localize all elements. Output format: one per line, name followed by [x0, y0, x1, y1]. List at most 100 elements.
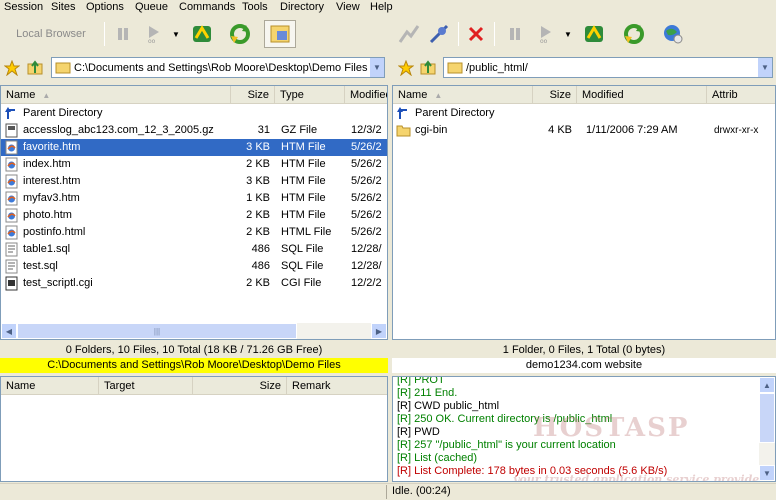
scroll-up-icon[interactable]: ▲: [759, 377, 775, 393]
cgi-file-icon: [4, 276, 19, 291]
scrollbar-thumb[interactable]: [759, 393, 775, 443]
connect-icon[interactable]: [394, 20, 424, 48]
column-size[interactable]: Size: [533, 86, 577, 104]
local-status-path: C:\Documents and Settings\Rob Moore\Desk…: [0, 358, 388, 373]
sync-browse-icon[interactable]: [188, 20, 216, 48]
file-type: CGI File: [281, 277, 322, 289]
column-name[interactable]: Name: [1, 377, 99, 395]
status-bar: Idle. (00:24): [0, 483, 776, 500]
column-modified[interactable]: Modified: [345, 86, 387, 104]
column-size[interactable]: Size: [231, 86, 275, 104]
column-target[interactable]: Target: [99, 377, 193, 395]
table-row[interactable]: table1.sql 486 SQL File 12/28/: [1, 241, 387, 258]
scrollbar-thumb[interactable]: |||: [17, 323, 297, 339]
scroll-left-icon[interactable]: ◀: [1, 323, 17, 339]
file-size: 486: [251, 243, 270, 255]
menu-commands[interactable]: Commands: [177, 0, 237, 15]
chevron-down-icon[interactable]: ▼: [369, 58, 384, 77]
parent-directory-row[interactable]: Parent Directory: [393, 105, 775, 122]
local-view-icon[interactable]: [264, 20, 296, 48]
disconnect-icon[interactable]: [424, 20, 454, 48]
table-row[interactable]: test_scriptl.cgi 2 KB CGI File 12/2/2: [1, 275, 387, 292]
log-vertical-scrollbar[interactable]: ▲ ▼: [759, 377, 775, 481]
table-row[interactable]: postinfo.html 2 KB HTML File 5/26/2: [1, 224, 387, 241]
column-size[interactable]: Size: [193, 377, 287, 395]
menu-queue[interactable]: Queue: [133, 0, 170, 15]
local-list-header: Name ▲ Size Type Modified: [1, 86, 387, 104]
menu-session[interactable]: Session: [2, 0, 45, 15]
remote-site-name: demo1234.com website: [392, 358, 776, 373]
file-attrib: [707, 105, 775, 122]
menu-sites[interactable]: Sites: [49, 0, 77, 15]
file-modified: 12/3/2: [351, 124, 382, 136]
chevron-down-icon[interactable]: ▼: [757, 58, 772, 77]
column-attrib[interactable]: Attrib: [707, 86, 775, 104]
file-size: 2 KB: [246, 277, 270, 289]
local-browser-button[interactable]: Local Browser: [6, 20, 96, 48]
scroll-down-icon[interactable]: ▼: [759, 465, 775, 481]
htm-file-icon: [4, 208, 19, 223]
column-modified[interactable]: Modified: [577, 86, 707, 104]
local-file-list[interactable]: Name ▲ Size Type Modified Parent Directo…: [0, 85, 388, 340]
sync-browse-icon[interactable]: [580, 20, 608, 48]
file-modified: 5/26/2: [351, 226, 382, 238]
refresh-icon[interactable]: [618, 20, 650, 48]
file-name: test.sql: [23, 260, 58, 272]
parent-directory-row[interactable]: Parent Directory: [1, 105, 387, 122]
file-type: [275, 105, 345, 122]
remote-list-header: Name ▲ Size Modified Attrib: [393, 86, 775, 104]
menu-tools[interactable]: Tools: [240, 0, 270, 15]
stop-icon[interactable]: [464, 20, 488, 48]
transfer-dropdown-icon[interactable]: ▼: [562, 20, 574, 48]
file-name: favorite.htm: [21, 139, 83, 156]
file-modified: 5/26/2: [351, 192, 382, 204]
remote-path-combobox[interactable]: /public_html/ ▼: [443, 57, 773, 78]
menu-options[interactable]: Options: [84, 0, 126, 15]
local-path-combobox[interactable]: C:\Documents and Settings\Rob Moore\Desk…: [51, 57, 385, 78]
pause-icon[interactable]: [504, 20, 526, 48]
log-line: [R] CWD public_html: [397, 400, 500, 412]
log-line: [R] PWD: [397, 426, 440, 438]
globe-icon[interactable]: [658, 20, 688, 48]
menu-directory[interactable]: Directory: [278, 0, 326, 15]
folder-icon: [396, 123, 411, 138]
table-row[interactable]: photo.htm 2 KB HTM File 5/26/2: [1, 207, 387, 224]
transfer-play-icon[interactable]: oo: [534, 20, 560, 48]
log-line: [R] 211 End.: [397, 387, 458, 399]
file-size: 1 KB: [246, 192, 270, 204]
favorites-star-icon[interactable]: [397, 58, 415, 78]
table-row[interactable]: accesslog_abc123.com_12_3_2005.gz 31 GZ Fi…: [1, 122, 387, 139]
file-name: Parent Directory: [23, 107, 103, 119]
table-row[interactable]: index.htm 2 KB HTM File 5/26/2: [1, 156, 387, 173]
table-row[interactable]: test.sql 486 SQL File 12/28/: [1, 258, 387, 275]
menu-help[interactable]: Help: [368, 0, 395, 15]
svg-text:oo: oo: [540, 38, 548, 44]
column-name[interactable]: Name ▲: [393, 86, 533, 104]
transfer-dropdown-icon[interactable]: ▼: [170, 20, 182, 48]
session-log[interactable]: [R] PROT [R] 211 End. [R] CWD public_html […: [392, 376, 776, 482]
favorites-star-icon[interactable]: [3, 58, 21, 78]
sql-file-icon: [4, 259, 19, 274]
file-modified: [345, 105, 387, 122]
transfer-play-icon[interactable]: oo: [142, 20, 168, 48]
pause-icon[interactable]: [112, 20, 134, 48]
menu-view[interactable]: View: [334, 0, 362, 15]
refresh-icon[interactable]: [224, 20, 256, 48]
table-row[interactable]: favorite.htm 3 KB HTM File 5/26/2: [1, 139, 387, 156]
file-attrib: drwxr-xr-x: [714, 125, 759, 136]
column-type[interactable]: Type: [275, 86, 345, 104]
table-row[interactable]: myfav3.htm 1 KB HTM File 5/26/2: [1, 190, 387, 207]
up-folder-icon[interactable]: [418, 58, 438, 78]
local-path-text: C:\Documents and Settings\Rob Moore\Desk…: [74, 61, 368, 74]
scroll-right-icon[interactable]: ▶: [371, 323, 387, 339]
up-folder-icon[interactable]: [25, 58, 45, 78]
table-row[interactable]: interest.htm 3 KB HTM File 5/26/2: [1, 173, 387, 190]
table-row[interactable]: cgi-bin 4 KB 1/11/2006 7:29 AM drwxr-xr-x: [393, 122, 775, 139]
file-type: SQL File: [281, 260, 324, 272]
transfer-queue[interactable]: Name Target Size Remark: [0, 376, 388, 482]
remote-file-list[interactable]: Name ▲ Size Modified Attrib Parent Direc…: [392, 85, 776, 340]
local-horizontal-scrollbar[interactable]: ◀ ||| ▶: [1, 323, 387, 339]
htm-file-icon: [4, 191, 19, 206]
column-remark[interactable]: Remark: [287, 377, 387, 395]
column-name[interactable]: Name ▲: [1, 86, 231, 104]
